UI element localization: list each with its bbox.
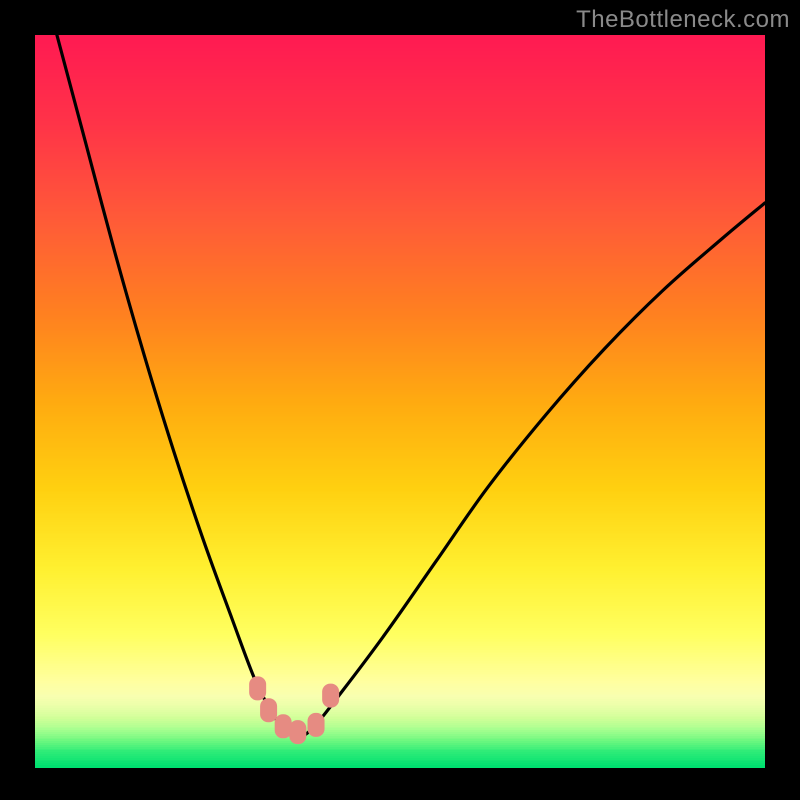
chart-frame: TheBottleneck.com (0, 0, 800, 800)
trough-marker (260, 698, 277, 722)
trough-marker (308, 713, 325, 737)
trough-marker (249, 676, 266, 700)
watermark-text: TheBottleneck.com (576, 6, 790, 34)
gradient-row (35, 765, 765, 768)
trough-marker (322, 684, 339, 708)
trough-marker (275, 714, 292, 738)
bottleneck-curve (57, 35, 765, 736)
plot-area (35, 35, 765, 765)
curve-layer (35, 35, 765, 765)
trough-marker (289, 720, 306, 744)
